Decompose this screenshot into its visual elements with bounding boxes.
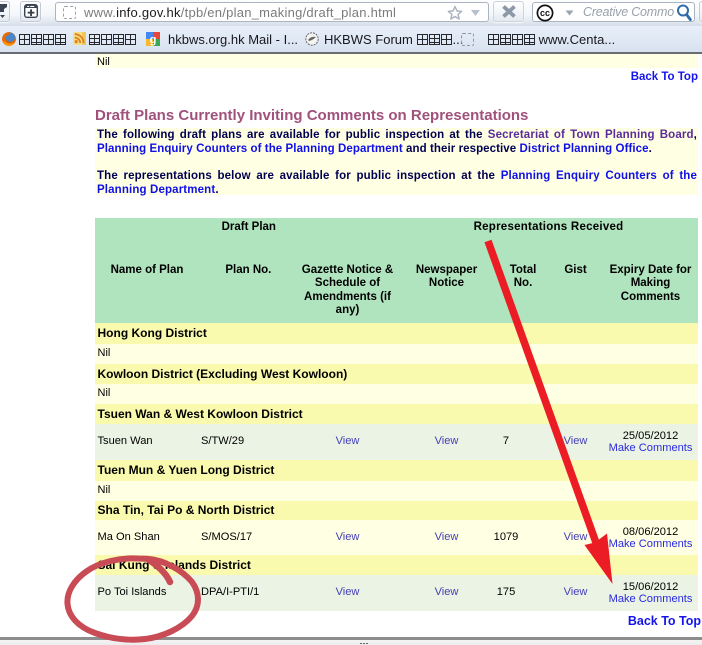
svg-text:g: g <box>150 34 157 46</box>
svg-text:cc: cc <box>540 8 550 18</box>
